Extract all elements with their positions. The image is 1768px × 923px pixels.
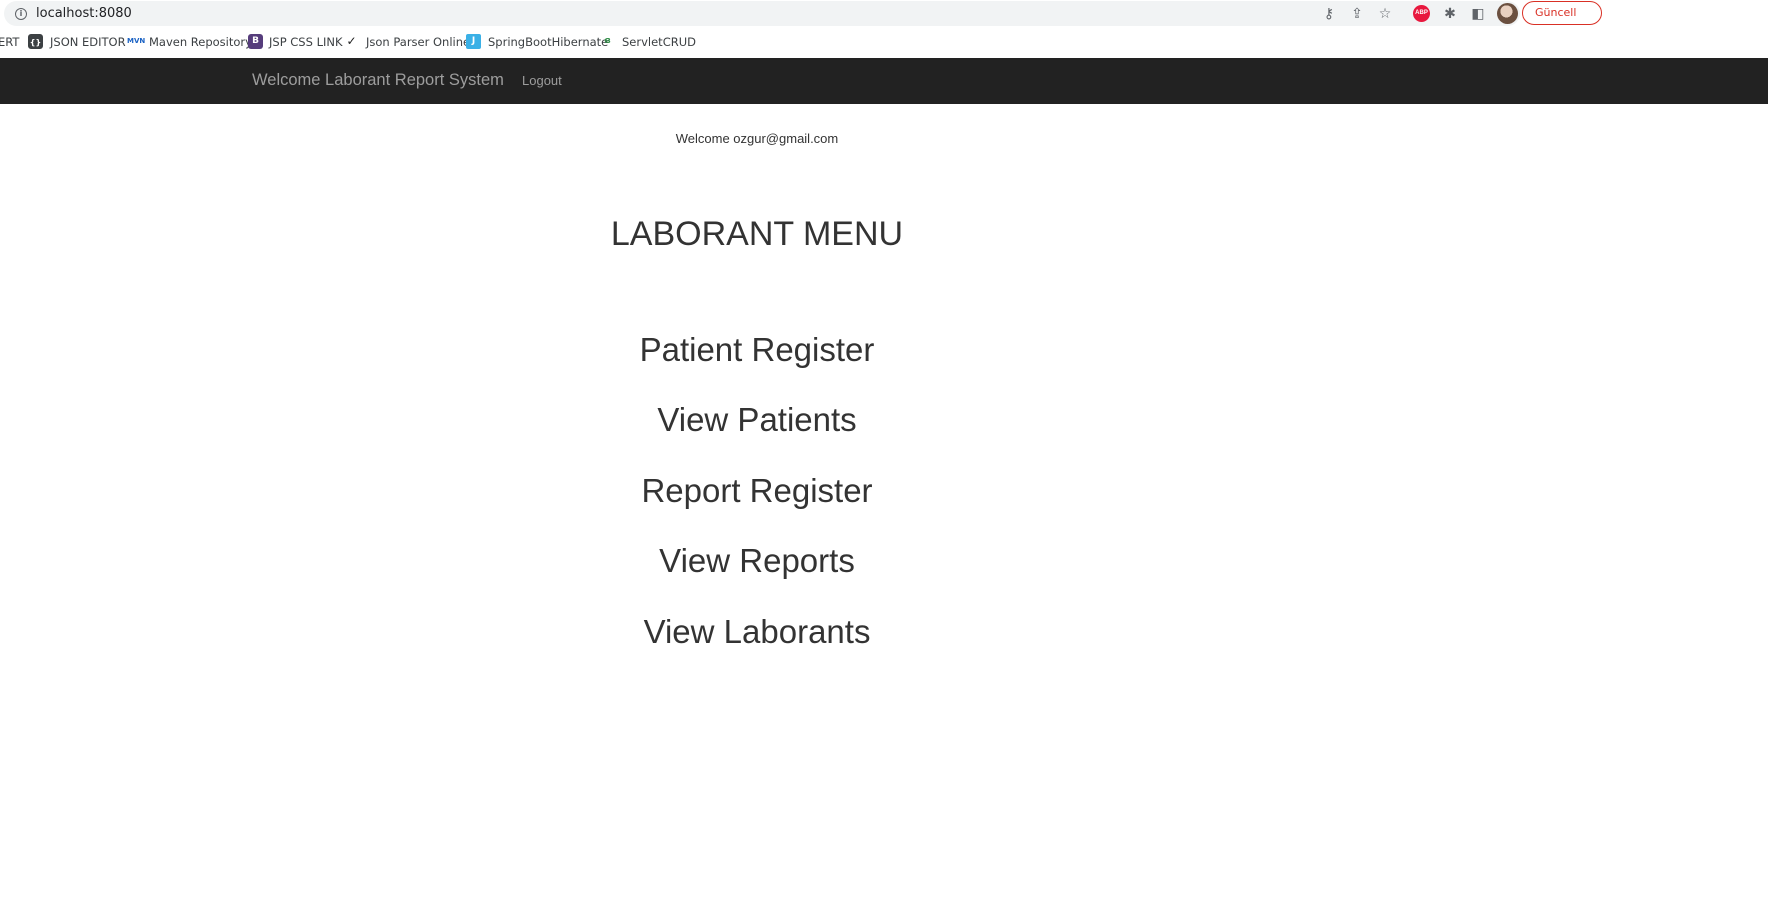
welcome-message: Welcome ozgur@gmail.com xyxy=(675,131,839,146)
key-icon[interactable]: ⚷ xyxy=(1319,4,1339,24)
bookmark-item[interactable]: ServletCRUD xyxy=(622,34,696,50)
update-button[interactable]: Güncell xyxy=(1522,1,1602,25)
patient-register-link[interactable]: Patient Register xyxy=(0,331,1514,369)
profile-avatar[interactable] xyxy=(1497,3,1518,24)
navbar: Welcome Laborant Report System Logout xyxy=(0,58,1768,104)
json-editor-icon: {} xyxy=(28,34,43,49)
address-bar[interactable]: i localhost:8080 xyxy=(4,1,1520,26)
report-register-link[interactable]: Report Register xyxy=(0,472,1514,510)
bookmark-item[interactable]: JSP CSS LINK xyxy=(269,34,343,50)
json-parser-icon: ✓ xyxy=(346,34,357,48)
bookmarks-bar: ERT {} JSON EDITOR MVN Maven Repository … xyxy=(0,27,1768,56)
view-patients-link[interactable]: View Patients xyxy=(0,401,1514,439)
maven-icon: MVN xyxy=(127,37,146,45)
navbar-brand[interactable]: Welcome Laborant Report System xyxy=(252,71,504,90)
url-text[interactable]: localhost:8080 xyxy=(36,6,132,21)
site-info-icon[interactable]: i xyxy=(15,8,27,20)
geeks-icon: ɞ xyxy=(604,36,611,46)
logout-link[interactable]: Logout xyxy=(522,73,562,88)
view-reports-link[interactable]: View Reports xyxy=(0,542,1514,580)
extensions-icon[interactable]: ✱ xyxy=(1440,4,1460,24)
bookmark-item[interactable]: JSON EDITOR xyxy=(50,34,126,50)
view-laborants-link[interactable]: View Laborants xyxy=(0,613,1514,651)
star-icon[interactable]: ☆ xyxy=(1375,4,1395,24)
javatpoint-icon: J xyxy=(466,34,481,49)
side-panel-icon[interactable]: ◧ xyxy=(1468,4,1488,24)
share-icon[interactable]: ⇪ xyxy=(1347,4,1367,24)
bootstrap-icon: B xyxy=(248,34,263,49)
bookmark-item[interactable]: SpringBootHibernate xyxy=(488,34,608,50)
bookmark-item[interactable]: Json Parser Online xyxy=(366,34,470,50)
bookmark-item[interactable]: Maven Repository xyxy=(149,34,252,50)
page-title: LABORANT MENU xyxy=(610,215,904,253)
browser-toolbar: i localhost:8080 ⚷ ⇪ ☆ ABP ✱ ◧ Güncell xyxy=(0,0,1768,27)
bookmark-item[interactable]: ERT xyxy=(0,34,19,50)
adblock-icon[interactable]: ABP xyxy=(1413,5,1430,22)
